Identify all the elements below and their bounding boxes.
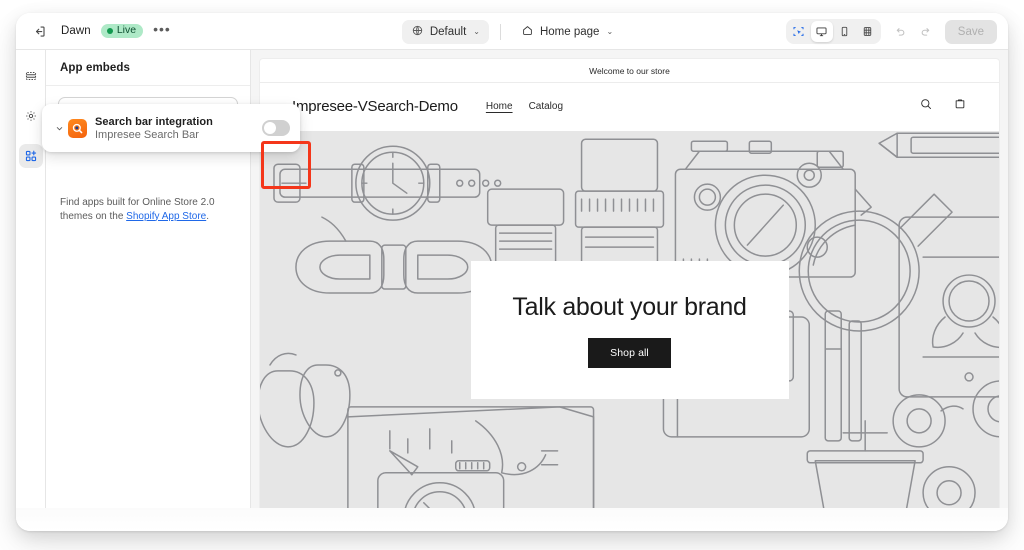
- history-controls: [890, 22, 936, 42]
- desktop-icon[interactable]: [810, 21, 833, 42]
- app-embed-toggle[interactable]: [262, 120, 290, 136]
- hero-content-card: Talk about your brand Shop all: [470, 261, 789, 399]
- annotation-highlight-box: [261, 141, 311, 189]
- storefront-preview[interactable]: Welcome to our store Impresee-VSearch-De…: [260, 59, 999, 531]
- nav-link-home[interactable]: Home: [486, 101, 513, 112]
- announcement-bar: Welcome to our store: [260, 59, 999, 83]
- chevron-down-icon[interactable]: [52, 124, 66, 133]
- cart-icon[interactable]: [953, 97, 967, 116]
- theme-selector-label: Default: [429, 25, 467, 38]
- page-selector[interactable]: Home page ⌄: [512, 20, 622, 44]
- impresee-search-icon: [68, 118, 87, 138]
- live-dot-icon: [106, 27, 113, 34]
- storefront-actions: [919, 97, 967, 116]
- chevron-down-icon: ⌄: [606, 27, 614, 36]
- toggle-knob: [264, 122, 276, 134]
- theme-selector[interactable]: Default ⌄: [401, 19, 489, 44]
- window-bottom-strip: [16, 508, 1008, 531]
- theme-editor-window: Dawn Live ••• Default ⌄ Home page ⌄ Save…: [16, 13, 1008, 531]
- topbar-right-group: Save: [785, 13, 997, 50]
- store-preview-area: Welcome to our store Impresee-VSearch-De…: [251, 50, 1008, 531]
- page-selector-label: Home page: [539, 25, 600, 38]
- store-name[interactable]: Impresee-VSearch-Demo: [292, 98, 458, 115]
- app-embed-subtitle: Impresee Search Bar: [95, 128, 199, 141]
- undo-icon[interactable]: [890, 22, 910, 42]
- theme-name[interactable]: Dawn: [61, 25, 91, 37]
- app-embed-text: Search bar integration Impresee Search B…: [95, 116, 213, 141]
- status-badge: Live: [100, 23, 144, 39]
- hint-text-after: .: [206, 210, 209, 222]
- topbar-left-group: Dawn Live •••: [16, 19, 171, 43]
- app-store-hint: Find apps built for Online Store 2.0 the…: [60, 196, 240, 223]
- storefront-header: Impresee-VSearch-Demo Home Catalog: [260, 83, 999, 130]
- exit-icon[interactable]: [27, 19, 51, 43]
- hero-banner: Talk about your brand Shop all: [260, 131, 999, 511]
- app-embed-title: Search bar integration: [95, 115, 213, 128]
- inspector-icon[interactable]: [788, 21, 810, 42]
- topbar-divider: [499, 23, 501, 40]
- home-icon: [521, 24, 534, 40]
- more-options-button[interactable]: •••: [153, 22, 171, 38]
- save-button[interactable]: Save: [944, 19, 997, 44]
- sections-icon[interactable]: [19, 64, 43, 88]
- chevron-down-icon: ⌄: [473, 27, 480, 36]
- mobile-icon[interactable]: [834, 21, 856, 42]
- shop-all-button[interactable]: Shop all: [588, 337, 671, 368]
- theme-settings-icon[interactable]: [19, 104, 43, 128]
- redo-icon[interactable]: [916, 22, 936, 42]
- fullwidth-icon[interactable]: [857, 21, 879, 42]
- status-badge-label: Live: [116, 24, 137, 37]
- nav-link-catalog[interactable]: Catalog: [529, 101, 563, 112]
- shopify-app-store-link[interactable]: Shopify App Store: [126, 211, 206, 222]
- storefront-nav: Home Catalog: [486, 101, 563, 112]
- globe-icon: [411, 24, 424, 40]
- app-embeds-icon[interactable]: [18, 144, 43, 168]
- hero-title: Talk about your brand: [512, 292, 747, 321]
- editor-topbar: Dawn Live ••• Default ⌄ Home page ⌄ Save: [16, 13, 1008, 50]
- search-icon[interactable]: [919, 97, 933, 116]
- device-preview-group: [785, 19, 881, 44]
- app-embed-toggle-slot: [262, 120, 290, 136]
- page-title: App embeds: [46, 50, 250, 86]
